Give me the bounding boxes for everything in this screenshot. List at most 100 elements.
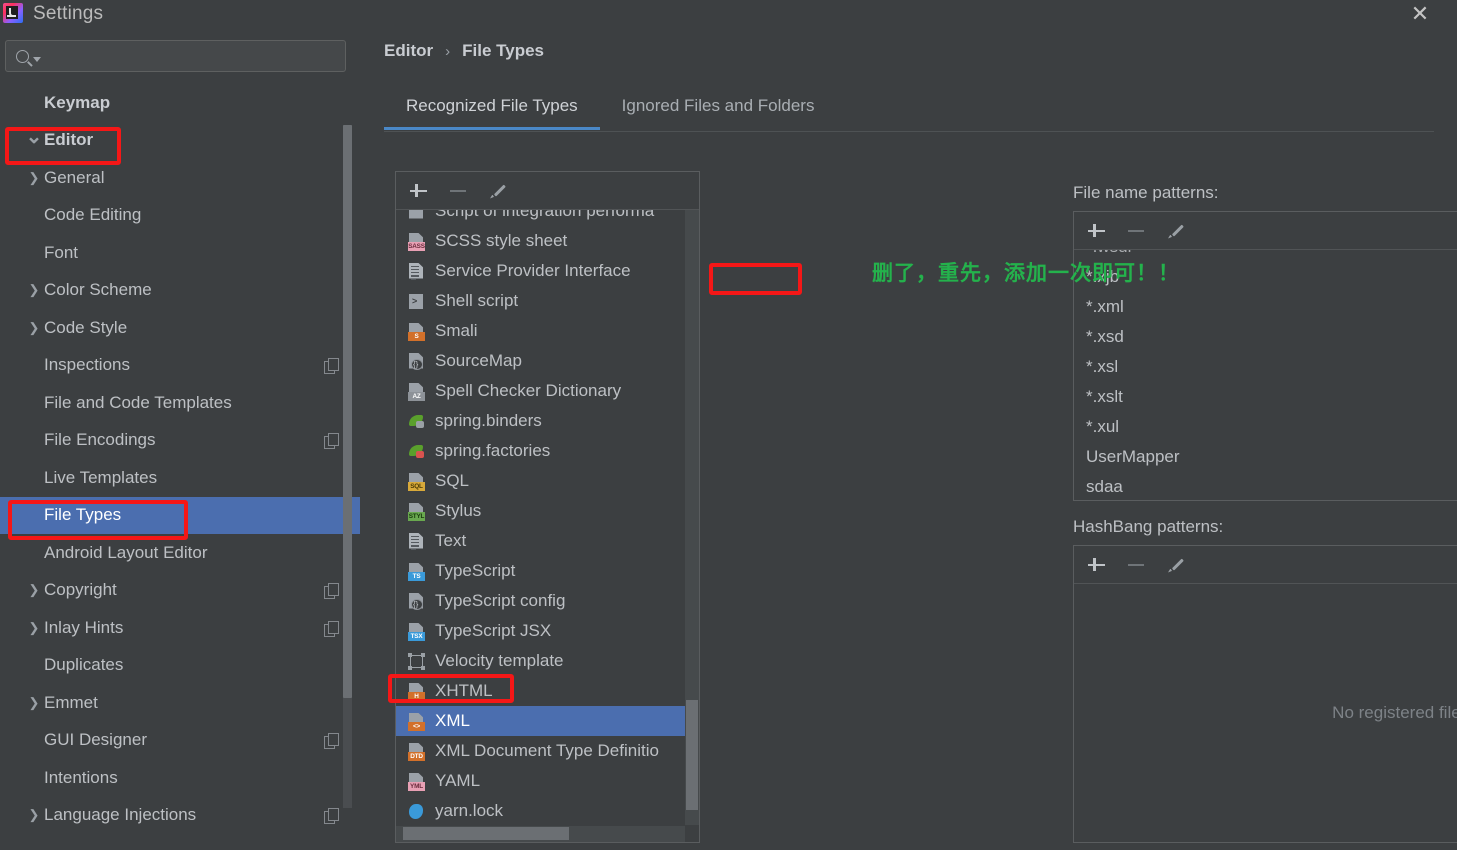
file-type-row[interactable]: AZ Spell Checker Dictionary (396, 376, 699, 406)
tab-recognized-file-types[interactable]: Recognized File Types (384, 90, 600, 130)
sidebar-item-inspections[interactable]: Inspections (0, 347, 360, 385)
search-container (0, 28, 360, 72)
file-type-row[interactable]: {} SourceMap (396, 346, 699, 376)
add-hashbang-button[interactable] (1086, 555, 1106, 575)
breadcrumb-parent[interactable]: Editor (384, 41, 433, 61)
file-type-row[interactable]: SQL SQL (396, 466, 699, 496)
file-type-row[interactable]: Script of integration performa (396, 210, 699, 226)
chevron-right-icon[interactable]: ❯ (24, 620, 44, 636)
breadcrumb: Editor › File Types (384, 41, 544, 61)
sidebar-item-intentions[interactable]: Intentions (0, 759, 360, 797)
file-name-patterns-label: File name patterns: (1073, 183, 1219, 202)
edit-hashbang-button[interactable] (1166, 555, 1186, 575)
file-name-pattern-row[interactable]: sdaa (1074, 472, 1457, 500)
file-type-row[interactable]: yarn.lock (396, 796, 699, 826)
sidebar-item-code-editing[interactable]: Code Editing (0, 197, 360, 235)
file-type-row[interactable]: <> XML (396, 706, 699, 736)
file-type-row[interactable]: H XHTML (396, 676, 699, 706)
file-icon: SQL (408, 472, 425, 491)
file-type-row[interactable]: Service Provider Interface (396, 256, 699, 286)
file-name-pattern-row[interactable]: *.xslt (1074, 382, 1457, 412)
sidebar-item-general[interactable]: ❯ General (0, 159, 360, 197)
sidebar-item-language-injections[interactable]: ❯ Language Injections (0, 797, 360, 835)
chevron-down-icon[interactable] (33, 56, 41, 62)
add-file-type-button[interactable] (408, 181, 428, 201)
sidebar-item-live-templates[interactable]: Live Templates (0, 459, 360, 497)
file-type-row[interactable]: TS TypeScript (396, 556, 699, 586)
search-icon (16, 49, 29, 63)
chevron-right-icon[interactable]: ❯ (24, 582, 44, 598)
file-type-row[interactable]: {} TypeScript config (396, 586, 699, 616)
sidebar-scrollbar-thumb[interactable] (343, 125, 352, 698)
file-type-row[interactable]: > Shell script (396, 286, 699, 316)
window-title: Settings (33, 3, 104, 24)
file-name-patterns-list[interactable]: *.wsdl*.xjb*.xml*.xsd*.xsl*.xslt*.xulUse… (1074, 250, 1457, 500)
search-input[interactable] (41, 47, 345, 65)
sidebar-item-label: Language Injections (44, 805, 197, 825)
file-types-hscrollbar-thumb[interactable] (403, 827, 569, 840)
file-type-row[interactable]: TSX TypeScript JSX (396, 616, 699, 646)
file-types-vscrollbar-thumb[interactable] (686, 700, 698, 810)
sidebar-item-copyright[interactable]: ❯ Copyright (0, 572, 360, 610)
sidebar-item-file-types[interactable]: File Types (0, 496, 360, 534)
sidebar-item-font[interactable]: Font (0, 234, 360, 272)
velocity-icon (408, 652, 425, 671)
remove-pattern-button[interactable] (1126, 221, 1146, 241)
file-type-label: Stylus (435, 501, 482, 520)
sidebar-item-code-style[interactable]: ❯ Code Style (0, 309, 360, 347)
file-name-pattern-row[interactable]: *.xul (1074, 412, 1457, 442)
chevron-right-icon[interactable]: ❯ (24, 695, 44, 711)
chevron-right-icon[interactable]: ❯ (24, 282, 44, 298)
file-type-label: TypeScript JSX (435, 621, 552, 640)
sidebar-item-gui-designer[interactable]: GUI Designer (0, 722, 360, 760)
file-type-row[interactable]: Text (396, 526, 699, 556)
file-type-tag: STYL (408, 511, 425, 521)
sidebar-item-duplicates[interactable]: Duplicates (0, 647, 360, 685)
sidebar-item-inlay-hints[interactable]: ❯ Inlay Hints (0, 609, 360, 647)
file-type-tag: H (408, 691, 425, 701)
file-type-label: spring.factories (435, 441, 551, 460)
remove-hashbang-button[interactable] (1126, 555, 1146, 575)
file-type-row[interactable]: STYL Stylus (396, 496, 699, 526)
sidebar-item-keymap[interactable]: Keymap (0, 84, 360, 122)
file-name-pattern-row[interactable]: *.xml (1074, 292, 1457, 322)
sidebar-item-label: General (44, 167, 105, 187)
chevron-down-icon[interactable]: ⌄ (24, 124, 44, 149)
file-name-pattern-row[interactable]: *.xsd (1074, 322, 1457, 352)
sidebar-item-editor[interactable]: ⌄ Editor (0, 122, 360, 160)
file-type-tag: TS (408, 571, 425, 581)
tab-ignored-files-and-folders[interactable]: Ignored Files and Folders (600, 90, 837, 129)
remove-file-type-button[interactable] (448, 181, 468, 201)
file-type-row[interactable]: YML YAML (396, 766, 699, 796)
text-file-icon (408, 532, 425, 551)
sidebar-item-android-layout-editor[interactable]: Android Layout Editor (0, 534, 360, 572)
edit-pattern-button[interactable] (1166, 221, 1186, 241)
file-type-row[interactable]: Velocity template (396, 646, 699, 676)
file-type-label: SQL (435, 471, 470, 490)
file-type-row[interactable]: S Smali (396, 316, 699, 346)
file-type-row[interactable]: DTD XML Document Type Definitio (396, 736, 699, 766)
file-name-pattern-row[interactable]: *.xsl (1074, 352, 1457, 382)
file-name-pattern-row[interactable]: UserMapper (1074, 442, 1457, 472)
sidebar-item-file-and-code-templates[interactable]: File and Code Templates (0, 384, 360, 422)
chevron-right-icon[interactable]: ❯ (24, 320, 44, 336)
add-pattern-button[interactable] (1086, 221, 1106, 241)
sidebar-item-emmet[interactable]: ❯ Emmet (0, 684, 360, 722)
chevron-right-icon[interactable]: ❯ (24, 807, 44, 823)
file-type-row[interactable]: spring.binders (396, 406, 699, 436)
file-type-tag: TSX (408, 631, 425, 641)
edit-file-type-button[interactable] (488, 181, 508, 201)
file-types-list[interactable]: Script of integration performa SASS SCSS s… (396, 210, 699, 843)
file-type-row[interactable]: SASS SCSS style sheet (396, 226, 699, 256)
sidebar-item-label: Code Editing (44, 205, 142, 225)
project-scope-icon (324, 808, 339, 825)
sidebar-item-label: Duplicates (44, 655, 124, 675)
file-type-label: Service Provider Interface (435, 261, 631, 280)
sidebar-item-file-encodings[interactable]: File Encodings (0, 422, 360, 460)
sidebar-item-color-scheme[interactable]: ❯ Color Scheme (0, 272, 360, 310)
search-box[interactable] (5, 40, 346, 72)
chevron-right-icon[interactable]: ❯ (24, 170, 44, 186)
file-name-pattern-value: *.xsl (1086, 357, 1119, 376)
close-icon[interactable]: ✕ (1397, 0, 1443, 28)
file-type-row[interactable]: spring.factories (396, 436, 699, 466)
